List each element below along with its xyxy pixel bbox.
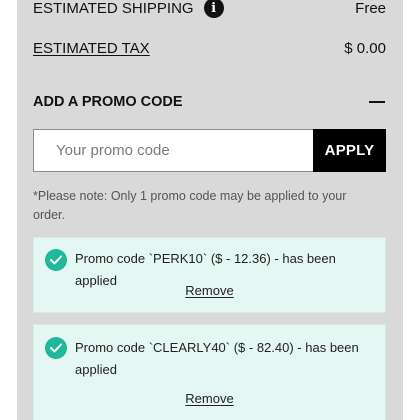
shipping-value: Free: [355, 0, 386, 17]
tax-label[interactable]: ESTIMATED TAX: [33, 40, 150, 57]
check-icon: [45, 337, 67, 359]
applied-promo-message: Promo code `CLEARLY40` ($ - 82.40) - has…: [75, 340, 359, 377]
apply-button[interactable]: APPLY: [313, 129, 386, 172]
promo-code-input[interactable]: [33, 129, 313, 172]
remove-promo-link[interactable]: Remove: [34, 391, 385, 406]
shipping-label: ESTIMATED SHIPPING: [33, 0, 194, 17]
promo-note: *Please note: Only 1 promo code may be a…: [33, 189, 347, 222]
promo-section-header[interactable]: ADD A PROMO CODE: [33, 90, 386, 114]
info-icon[interactable]: i: [203, 0, 224, 18]
remove-promo-link[interactable]: Remove: [34, 283, 385, 298]
shipping-row: ESTIMATED SHIPPING i Free: [33, 0, 386, 19]
applied-promo-item: Promo code `PERK10` ($ - 12.36) - has be…: [33, 237, 386, 313]
tax-row: ESTIMATED TAX $ 0.00: [33, 37, 386, 59]
order-summary-panel: ESTIMATED SHIPPING i Free ESTIMATED TAX …: [17, 0, 403, 420]
tax-value: $ 0.00: [344, 39, 386, 57]
collapse-icon[interactable]: [369, 101, 385, 103]
promo-form: APPLY: [33, 129, 386, 172]
promo-heading: ADD A PROMO CODE: [33, 94, 183, 110]
check-icon: [45, 249, 67, 271]
applied-promo-item: Promo code `CLEARLY40` ($ - 82.40) - has…: [33, 324, 386, 420]
